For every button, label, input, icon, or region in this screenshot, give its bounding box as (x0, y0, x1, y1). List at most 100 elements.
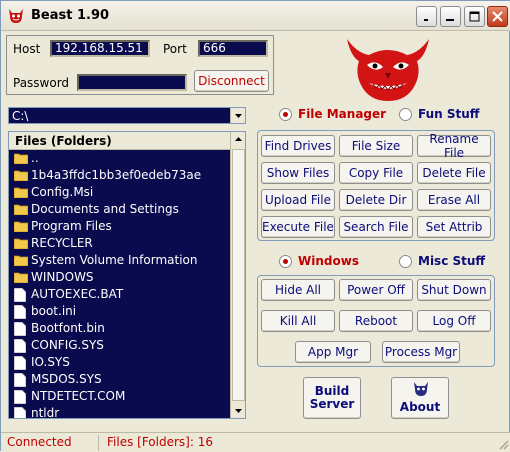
list-item-label: Bootfont.bin (31, 321, 105, 335)
execute-file-button[interactable]: Execute File (261, 216, 335, 238)
kill-all-button[interactable]: Kill All (261, 310, 335, 332)
status-bar: Connected Files [Folders]: 16 (1, 432, 510, 452)
log-off-button[interactable]: Log Off (417, 310, 491, 332)
minimize-button[interactable] (440, 6, 461, 27)
search-file-button[interactable]: Search File (339, 216, 413, 238)
list-item[interactable]: System Volume Information (9, 252, 231, 269)
list-item-label: Program Files (31, 219, 112, 233)
radio-windows[interactable] (279, 255, 292, 268)
rename-file-label: Rename File (429, 132, 479, 160)
shut-down-button[interactable]: Shut Down (417, 279, 491, 301)
list-item-label: IO.SYS (31, 355, 70, 369)
delete-dir-label: Delete Dir (345, 193, 407, 207)
delete-dir-button[interactable]: Delete Dir (339, 189, 413, 211)
list-item[interactable]: Program Files (9, 218, 231, 235)
list-item[interactable]: boot.ini (9, 303, 231, 320)
status-files-count: Files [Folders]: 16 (107, 435, 213, 449)
file-size-label: File Size (351, 139, 401, 153)
host-input[interactable]: 192.168.15.51 (50, 40, 150, 57)
list-item[interactable]: WINDOWS (9, 269, 231, 286)
list-item[interactable]: RECYCLER (9, 235, 231, 252)
misc-stuff-label[interactable]: Misc Stuff (418, 254, 485, 268)
list-item[interactable]: CONFIG.SYS (9, 337, 231, 354)
upload-file-button[interactable]: Upload File (261, 189, 335, 211)
status-connection: Connected (1, 435, 99, 451)
windows-label[interactable]: Windows (298, 254, 359, 268)
power-off-label: Power Off (347, 283, 405, 297)
hide-all-button[interactable]: Hide All (261, 279, 335, 301)
port-label: Port (163, 42, 187, 56)
find-drives-button[interactable]: Find Drives (261, 135, 335, 157)
kill-all-label: Kill All (279, 314, 317, 328)
file-list[interactable]: Files (Folders) .. 1b4a3ffdc1bb3ef0edeb73… (8, 131, 246, 419)
show-files-button[interactable]: Show Files (261, 162, 335, 184)
list-item[interactable]: Bootfont.bin (9, 320, 231, 337)
fun-stuff-label[interactable]: Fun Stuff (418, 107, 480, 121)
rename-file-button[interactable]: Rename File (417, 132, 491, 160)
list-item[interactable]: ntldr (9, 405, 231, 418)
close-button[interactable] (487, 6, 508, 27)
devil-icon (9, 9, 23, 23)
list-item-label: System Volume Information (31, 253, 198, 267)
main-window: Beast 1.90 Host 192.168.15.51 Port 666 P… (0, 0, 510, 452)
list-item[interactable]: IO.SYS (9, 354, 231, 371)
set-attrib-label: Set Attrib (425, 220, 483, 234)
list-item[interactable]: MSDOS.SYS (9, 371, 231, 388)
file-list-header[interactable]: Files (Folders) (9, 132, 231, 150)
build-server-label: Build Server (309, 384, 355, 411)
help-button[interactable] (416, 6, 437, 27)
build-server-button[interactable]: Build Server (303, 377, 361, 419)
window-title: Beast 1.90 (31, 8, 110, 23)
path-dropdown[interactable]: C:\ (8, 107, 246, 124)
radio-misc-stuff[interactable] (399, 255, 412, 268)
list-item[interactable]: Config.Msi (9, 184, 231, 201)
process-mgr-button[interactable]: Process Mgr (382, 341, 460, 363)
app-mgr-button[interactable]: App Mgr (295, 341, 371, 363)
reboot-label: Reboot (354, 314, 398, 328)
app-mgr-label: App Mgr (307, 345, 359, 359)
list-item[interactable]: AUTOEXEC.BAT (9, 286, 231, 303)
upload-file-label: Upload File (265, 193, 331, 207)
list-item[interactable]: 1b4a3ffdc1bb3ef0edeb73ae (9, 167, 231, 184)
erase-all-label: Erase All (427, 193, 481, 207)
about-button[interactable]: About (391, 377, 449, 419)
list-item-label: WINDOWS (31, 270, 94, 284)
power-off-button[interactable]: Power Off (339, 279, 413, 301)
port-input[interactable]: 666 (198, 40, 268, 57)
radio-fun-stuff[interactable] (399, 108, 412, 121)
radio-file-manager[interactable] (279, 108, 292, 121)
copy-file-label: Copy File (348, 166, 404, 180)
log-off-label: Log Off (432, 314, 476, 328)
shut-down-label: Shut Down (421, 283, 487, 297)
file-manager-label[interactable]: File Manager (298, 107, 386, 121)
chevron-down-icon[interactable] (230, 108, 245, 123)
process-mgr-label: Process Mgr (384, 345, 458, 359)
find-drives-label: Find Drives (264, 139, 332, 153)
reboot-button[interactable]: Reboot (339, 310, 413, 332)
file-list-scrollbar[interactable] (230, 132, 245, 418)
scroll-down-icon[interactable] (231, 403, 245, 418)
scroll-up-icon[interactable] (231, 132, 245, 147)
list-item-label: .. (31, 151, 39, 165)
list-item[interactable]: NTDETECT.COM (9, 388, 231, 405)
resize-grip-icon[interactable] (497, 438, 509, 450)
delete-file-label: Delete File (422, 166, 486, 180)
path-value: C:\ (12, 109, 29, 123)
password-input[interactable] (77, 74, 187, 91)
scroll-thumb[interactable] (232, 149, 245, 401)
copy-file-button[interactable]: Copy File (339, 162, 413, 184)
delete-file-button[interactable]: Delete File (417, 162, 491, 184)
set-attrib-button[interactable]: Set Attrib (417, 216, 491, 238)
disconnect-button[interactable]: Disconnect (194, 70, 269, 92)
list-item-label: ntldr (31, 406, 60, 418)
search-file-label: Search File (343, 220, 409, 234)
devil-logo (347, 39, 429, 101)
maximize-button[interactable] (464, 6, 485, 27)
show-files-label: Show Files (266, 166, 330, 180)
password-label: Password (13, 76, 70, 90)
title-bar[interactable]: Beast 1.90 (1, 1, 510, 31)
file-size-button[interactable]: File Size (339, 135, 413, 157)
list-item[interactable]: Documents and Settings (9, 201, 231, 218)
erase-all-button[interactable]: Erase All (417, 189, 491, 211)
list-item[interactable]: .. (9, 150, 231, 167)
